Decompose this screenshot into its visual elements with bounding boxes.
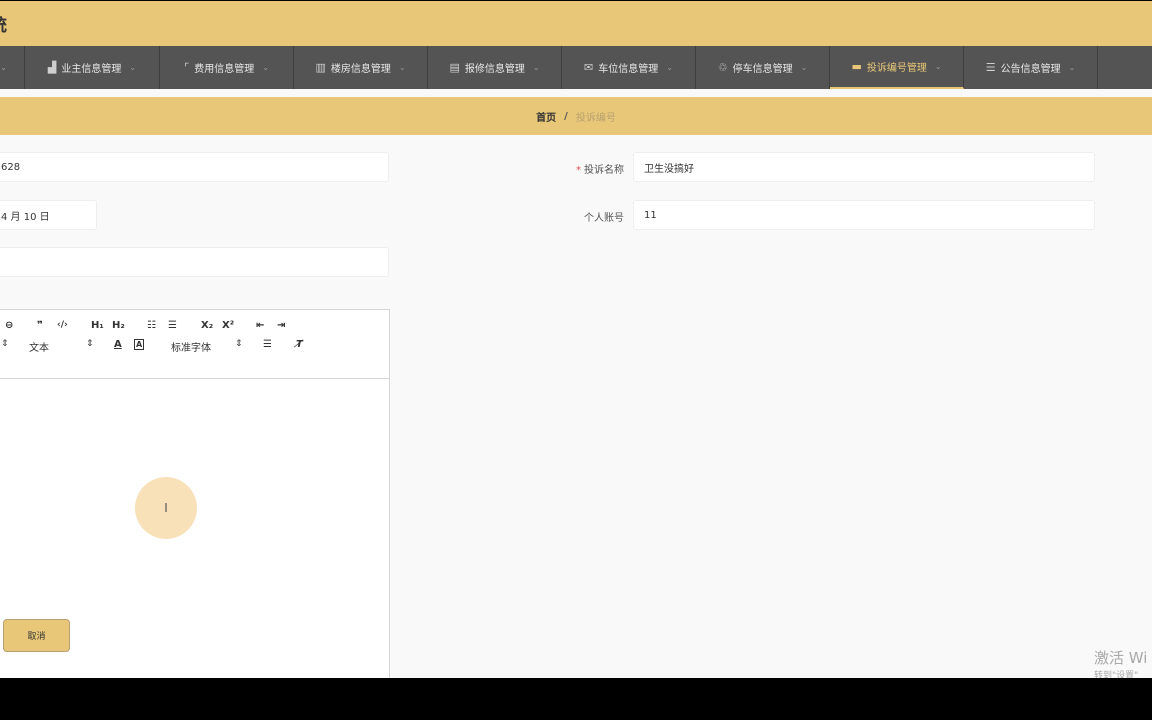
recycle-icon: ♲ [717, 61, 728, 74]
required-mark: * [576, 165, 581, 176]
nav-item-label: 车位信息管理 [598, 64, 659, 75]
text-cursor-icon: I [164, 501, 168, 515]
text-type-select-arrows-icon: ⇕ [86, 339, 94, 349]
nav-item-parking[interactable]: ♲ 停车信息管理 ⌄ [696, 46, 830, 89]
blockquote-icon[interactable]: ❞ [37, 320, 43, 331]
nav-item-announcements[interactable]: ☰ 公告信息管理 ⌄ [964, 46, 1098, 89]
date-value: 4 月 10 日 [1, 211, 50, 223]
complaint-name-label: * 投诉名称 [540, 161, 624, 176]
editor-toolbar: ⊖ ❞ ‹/› H₁ H₂ ☷ ☰ X₂ X² ⇤ ⇥ ⇕ 文本 ⇕ A A 标… [0, 310, 389, 379]
code-block-icon[interactable]: ‹/› [57, 320, 68, 330]
nav-item-label: 费用信息管理 [194, 64, 255, 75]
nav-item-label: 公告信息管理 [1000, 64, 1061, 75]
header-bar: 统 [0, 1, 1152, 46]
top-nav: ⌄ ▟ 业主信息管理 ⌄ ⌜ 费用信息管理 ⌄ ▥ 楼房信息管理 ⌄ ▤ 报修信… [0, 46, 1152, 89]
cancel-button[interactable]: 取消 [3, 619, 70, 652]
clear-format-icon[interactable]: T̸ [296, 339, 303, 350]
bar-chart-icon: ▥ [315, 61, 326, 74]
chevron-down-icon: ⌄ [262, 63, 269, 72]
activation-watermark-sub: 转到"设置" [1094, 671, 1139, 678]
screen: 统 ⌄ ▟ 业主信息管理 ⌄ ⌜ 费用信息管理 ⌄ ▥ 楼房信息管理 ⌄ ▤ [0, 0, 1152, 720]
nav-item-partial[interactable]: ⌄ [0, 46, 25, 89]
chevron-down-icon: ⌄ [800, 63, 808, 72]
nav-item-fees[interactable]: ⌜ 费用信息管理 ⌄ [160, 46, 294, 89]
bullet-list-icon[interactable]: ☰ [168, 320, 177, 331]
align-icon[interactable]: ☰ [263, 339, 272, 350]
complaint-number-value: 628 [1, 161, 21, 173]
ordered-list-icon[interactable]: ☷ [147, 320, 156, 331]
system-title: 统 [0, 11, 7, 36]
subscript-icon[interactable]: X₂ [201, 320, 213, 331]
nav-item-label: 报修信息管理 [464, 64, 525, 75]
briefcase-icon: ▬ [851, 60, 862, 73]
complaint-name-input[interactable]: 卫生没搞好 [633, 152, 1095, 182]
sliders-icon: ☰ [985, 61, 996, 74]
header-1-icon[interactable]: H₁ [91, 320, 104, 331]
mail-icon: ✉ [584, 61, 594, 74]
nav-item-label: 停车信息管理 [732, 64, 793, 75]
chevron-down-icon: ⌄ [532, 63, 540, 72]
chevron-down-icon: ⌄ [398, 63, 406, 72]
nav-item-parking-spaces[interactable]: ✉ 车位信息管理 ⌄ [562, 46, 696, 89]
date-picker[interactable]: 4 月 10 日 [0, 200, 97, 230]
nav-item-label: 业主信息管理 [61, 64, 122, 75]
chevron-down-icon: ⌄ [129, 63, 137, 72]
complaint-name-value: 卫生没搞好 [644, 163, 694, 175]
account-value: 11 [644, 209, 657, 221]
crop-icon: ⌜ [184, 61, 190, 74]
nav-item-complaints[interactable]: ▬ 投诉编号管理 ⌄ [830, 46, 964, 89]
activation-watermark: 激活 Wi [1094, 649, 1148, 667]
font-family-select[interactable]: 标准字体 [171, 339, 211, 354]
background-color-icon[interactable]: A [134, 339, 145, 350]
chevron-down-icon: ⌄ [1068, 63, 1076, 72]
chevron-down-icon: ⌄ [666, 63, 673, 72]
font-family-select-arrows-icon: ⇕ [235, 339, 243, 349]
app-window: 统 ⌄ ▟ 业主信息管理 ⌄ ⌜ 费用信息管理 ⌄ ▥ 楼房信息管理 ⌄ ▤ [0, 1, 1152, 678]
nav-item-label: 楼房信息管理 [330, 64, 391, 75]
nav-item-label: 投诉编号管理 [866, 63, 927, 74]
chart-icon: ▟ [47, 61, 57, 74]
breadcrumb-current: 投诉编号 [575, 112, 616, 124]
nav-item-buildings[interactable]: ▥ 楼房信息管理 ⌄ [294, 46, 428, 89]
strike-icon[interactable]: ⊖ [5, 320, 13, 331]
breadcrumb-home[interactable]: 首页 [536, 109, 556, 124]
text-input[interactable] [0, 247, 389, 277]
font-color-icon[interactable]: A [114, 339, 122, 350]
nav-item-repairs[interactable]: ▤ 报修信息管理 ⌄ [428, 46, 562, 89]
chevron-down-icon: ⌄ [0, 63, 7, 72]
breadcrumb-separator: / [564, 110, 568, 122]
account-input[interactable]: 11 [633, 200, 1095, 230]
text-type-select[interactable]: 文本 [29, 339, 49, 354]
chevron-down-icon: ⌄ [934, 62, 942, 71]
complaint-number-input[interactable]: 628 [0, 152, 389, 182]
nav-item-owner[interactable]: ▟ 业主信息管理 ⌄ [25, 46, 160, 89]
list-icon: ▤ [449, 61, 460, 74]
indent-icon[interactable]: ⇥ [277, 320, 285, 331]
complaint-name-label-text: 投诉名称 [584, 165, 624, 176]
superscript-icon[interactable]: X² [222, 320, 234, 331]
cursor-highlight: I [135, 477, 197, 539]
outdent-icon[interactable]: ⇤ [256, 320, 264, 331]
size-select-arrows-icon[interactable]: ⇕ [1, 339, 9, 349]
header-2-icon[interactable]: H₂ [112, 320, 125, 331]
breadcrumb: 首页 / 投诉编号 [0, 97, 1152, 135]
account-label: 个人账号 [584, 213, 624, 224]
